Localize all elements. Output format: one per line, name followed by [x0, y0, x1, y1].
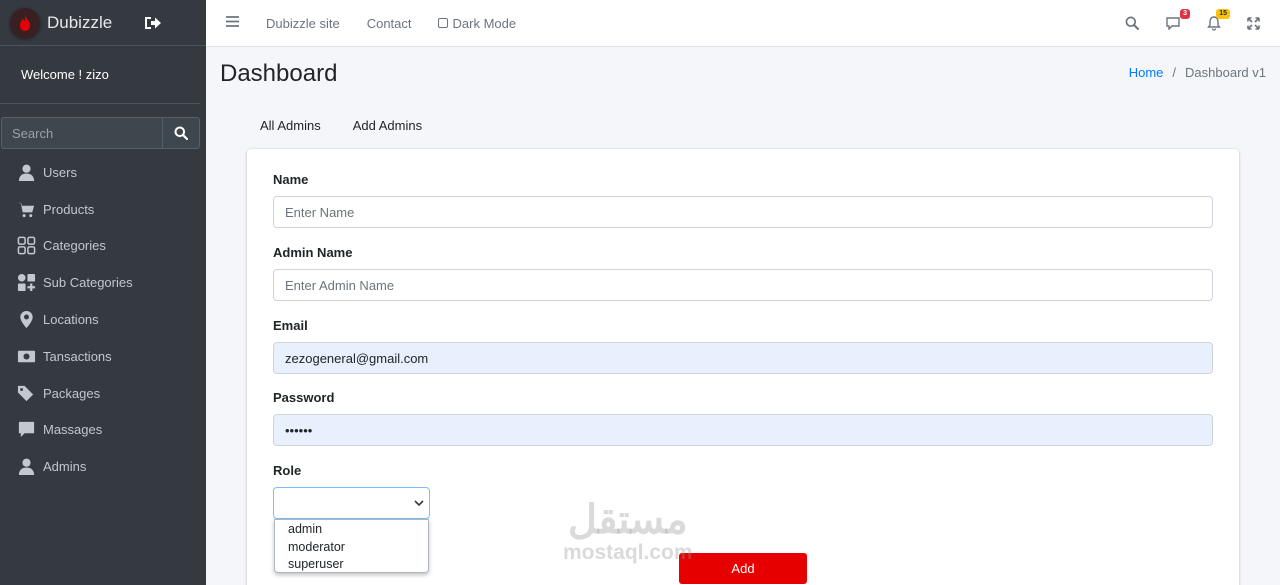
sidebar-item-packages[interactable]: Packages	[0, 375, 206, 412]
name-field[interactable]: Enter Name	[273, 196, 1213, 228]
sidebar-item-label: Admins	[43, 459, 87, 475]
brand-logo-icon	[10, 7, 40, 38]
role-option-moderator[interactable]: moderator	[275, 539, 428, 557]
email-field[interactable]: zezogeneral@gmail.com	[273, 342, 1213, 374]
name-placeholder: Enter Name	[285, 204, 355, 220]
user-panel: Welcome ! zizo	[0, 46, 200, 104]
password-value: ••••••	[285, 422, 313, 438]
sidebar-item-label: Users	[43, 164, 77, 180]
chevron-down-icon	[414, 499, 424, 506]
user-icon	[18, 164, 35, 181]
dark-mode-toggle[interactable]: Dark Mode	[437, 15, 517, 31]
sidebar-item-products[interactable]: Products	[0, 191, 206, 228]
menu-toggle-icon[interactable]	[226, 14, 239, 32]
cart-icon	[17, 202, 35, 217]
notifications-icon[interactable]: 15	[1207, 8, 1230, 31]
sidebar-item-label: Massages	[43, 422, 103, 438]
grid-icon	[17, 237, 36, 255]
role-option-admin[interactable]: admin	[275, 521, 428, 539]
breadcrumb-separator: /	[1172, 65, 1177, 80]
admin-name-label: Admin Name	[273, 245, 353, 260]
sidebar-item-label: Sub Categories	[43, 275, 133, 291]
name-label: Name	[273, 172, 309, 187]
notifications-badge: 15	[1216, 8, 1230, 19]
breadcrumb-home[interactable]: Home	[1129, 65, 1164, 80]
dark-mode-checkbox[interactable]	[437, 18, 448, 28]
breadcrumb-current: Dashboard v1	[1185, 65, 1266, 80]
role-label: Role	[273, 463, 302, 478]
sidebar-item-admins[interactable]: Admins	[0, 448, 206, 485]
comment-icon	[18, 422, 35, 438]
role-dropdown: admin moderator superuser	[274, 519, 429, 573]
add-button[interactable]: Add	[679, 553, 807, 584]
brand[interactable]: Dubizzle	[0, 0, 206, 46]
email-value: zezogeneral@gmail.com	[285, 350, 429, 366]
admin-tabs: All Admins Add Admins	[260, 118, 454, 133]
logout-icon[interactable]	[144, 15, 162, 31]
sidebar-item-transactions[interactable]: Tansactions	[0, 338, 206, 375]
dark-mode-label: Dark Mode	[452, 15, 517, 31]
map-marker-icon	[20, 311, 33, 329]
sidebar-item-label: Locations	[43, 312, 99, 328]
sidebar-item-categories[interactable]: Categories	[0, 228, 206, 265]
shapes-icon	[17, 274, 36, 292]
tab-add-admins[interactable]: Add Admins	[353, 118, 422, 133]
sidebar-item-label: Tansactions	[43, 348, 112, 364]
role-option-superuser[interactable]: superuser	[275, 556, 428, 574]
sidebar-nav: Users Products Categories Sub Categories…	[0, 154, 206, 485]
search-icon[interactable]	[1125, 16, 1139, 30]
sidebar: Dubizzle Welcome ! zizo Search Users Pro…	[0, 0, 206, 585]
fullscreen-icon[interactable]	[1247, 16, 1260, 30]
tags-icon	[17, 385, 34, 401]
navbar-icons: 3 15	[1099, 0, 1260, 46]
brand-name: Dubizzle	[47, 12, 113, 32]
sidebar-item-label: Products	[43, 201, 95, 217]
messages-badge: 3	[1180, 9, 1190, 19]
welcome-text: Welcome ! zizo	[21, 67, 109, 82]
search-input[interactable]: Search	[1, 117, 162, 149]
email-label: Email	[273, 318, 308, 333]
admin-name-placeholder: Enter Admin Name	[285, 277, 395, 293]
nav-link-site[interactable]: Dubizzle site	[266, 16, 340, 31]
nav-link-contact[interactable]: Contact	[367, 16, 412, 31]
sidebar-item-users[interactable]: Users	[0, 154, 206, 191]
password-field[interactable]: ••••••	[273, 414, 1213, 446]
search-button[interactable]	[162, 117, 200, 149]
sidebar-item-label: Packages	[43, 385, 101, 401]
page-title: Dashboard	[220, 60, 338, 87]
sidebar-item-messages[interactable]: Massages	[0, 412, 206, 449]
breadcrumb: Home / Dashboard v1	[1129, 65, 1266, 80]
user-icon	[18, 458, 35, 476]
tab-all-admins[interactable]: All Admins	[260, 118, 321, 133]
search-icon	[174, 126, 188, 140]
sidebar-item-label: Categories	[43, 238, 106, 254]
money-icon	[17, 350, 36, 363]
messages-icon[interactable]: 3	[1165, 9, 1190, 30]
admin-name-field[interactable]: Enter Admin Name	[273, 269, 1213, 301]
role-select[interactable]	[273, 487, 430, 519]
sidebar-search: Search	[1, 117, 200, 149]
password-label: Password	[273, 390, 335, 405]
search-placeholder: Search	[12, 125, 54, 141]
top-navbar: Dubizzle site Contact Dark Mode 3 15	[206, 0, 1280, 47]
sidebar-item-locations[interactable]: Locations	[0, 301, 206, 338]
sidebar-item-sub-categories[interactable]: Sub Categories	[0, 264, 206, 301]
